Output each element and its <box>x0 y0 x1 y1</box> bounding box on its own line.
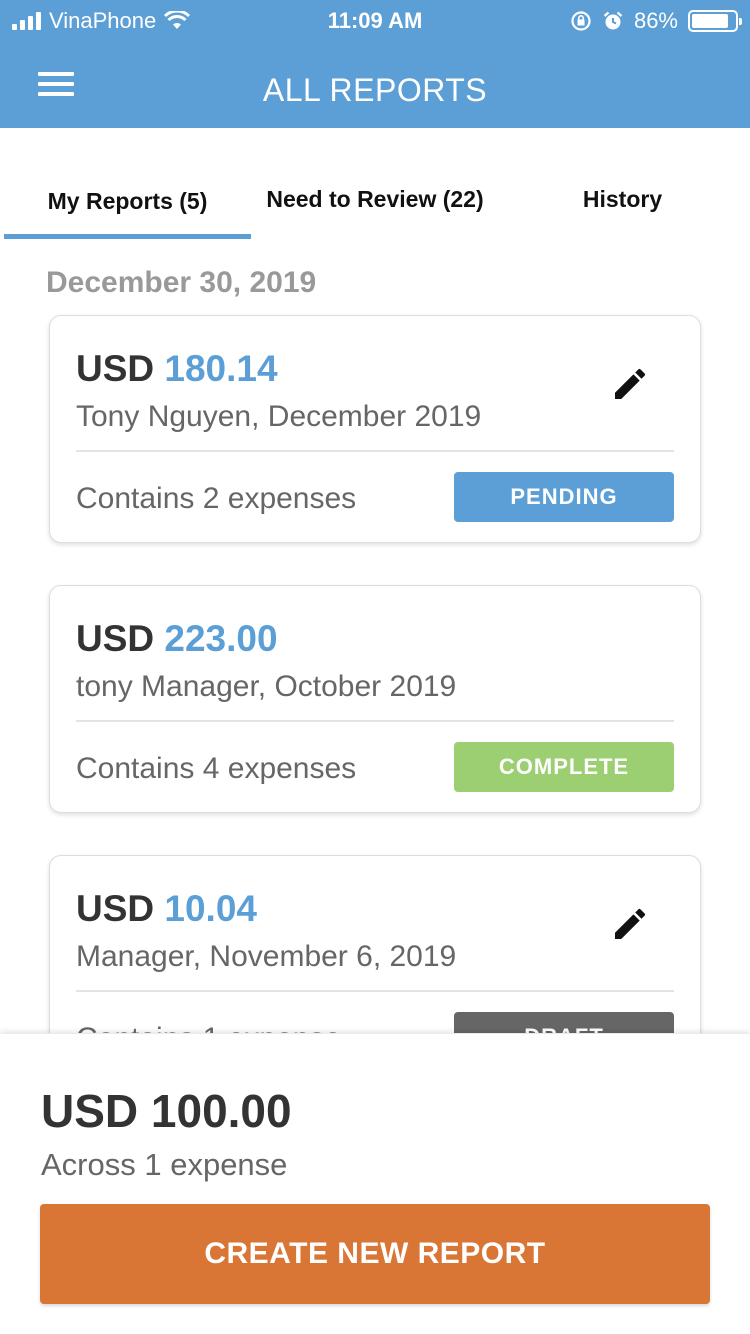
report-card[interactable]: USD 10.04 Manager, November 6, 2019 Cont… <box>49 855 701 1033</box>
expense-count: Contains 1 expense <box>76 1022 341 1033</box>
summary-footer: USD 100.00 Across 1 expense CREATE NEW R… <box>0 1034 750 1334</box>
rotation-lock-icon <box>571 11 591 31</box>
alarm-icon <box>603 11 623 30</box>
report-card[interactable]: USD 180.14 Tony Nguyen, December 2019 Co… <box>49 315 701 543</box>
edit-pencil-icon[interactable] <box>610 904 650 944</box>
card-divider <box>76 990 674 992</box>
card-divider <box>76 720 674 722</box>
report-amount: 180.14 <box>164 348 278 389</box>
status-badge: COMPLETE <box>454 742 674 792</box>
report-list[interactable]: USD 180.14 Tony Nguyen, December 2019 Co… <box>0 300 750 1033</box>
page-title: ALL REPORTS <box>262 72 488 108</box>
report-tabs: My Reports (5) Need to Review (22) Histo… <box>0 168 750 240</box>
battery-icon <box>688 10 742 32</box>
report-title: tony Manager, October 2019 <box>76 670 457 703</box>
card-divider <box>76 450 674 452</box>
battery-percent: 86% <box>633 8 678 33</box>
report-currency: USD <box>76 618 155 659</box>
report-currency: USD <box>76 348 155 389</box>
create-new-report-button[interactable]: CREATE NEW REPORT <box>40 1204 710 1304</box>
report-amount-line: USD 223.00 <box>76 618 278 660</box>
tab-need-to-review[interactable]: Need to Review (22) <box>251 186 499 213</box>
expense-count: Contains 2 expenses <box>76 482 357 515</box>
report-card[interactable]: USD 223.00 tony Manager, October 2019 Co… <box>49 585 701 813</box>
expense-count: Contains 4 expenses <box>76 752 357 785</box>
report-amount-line: USD 10.04 <box>76 888 257 930</box>
status-bar: VinaPhone 11:09 AM 86% <box>0 0 750 40</box>
report-amount-line: USD 180.14 <box>76 348 278 390</box>
report-amount: 223.00 <box>164 618 278 659</box>
status-badge: DRAFT <box>454 1012 674 1033</box>
report-currency: USD <box>76 888 155 929</box>
report-amount: 10.04 <box>164 888 257 929</box>
report-title: Manager, November 6, 2019 <box>76 940 457 973</box>
total-amount: USD 100.00 <box>41 1085 292 1137</box>
tab-my-reports[interactable]: My Reports (5) <box>4 188 251 215</box>
tab-history[interactable]: History <box>499 186 746 213</box>
edit-pencil-icon[interactable] <box>610 364 650 404</box>
report-title: Tony Nguyen, December 2019 <box>76 400 482 433</box>
status-badge: PENDING <box>454 472 674 522</box>
active-tab-indicator <box>4 234 251 239</box>
total-expense-count: Across 1 expense <box>41 1147 288 1182</box>
status-right: 86% <box>570 8 742 34</box>
app-header: VinaPhone 11:09 AM 86% ALL REPORTS <box>0 0 750 128</box>
date-group-label: December 30, 2019 <box>46 266 317 299</box>
